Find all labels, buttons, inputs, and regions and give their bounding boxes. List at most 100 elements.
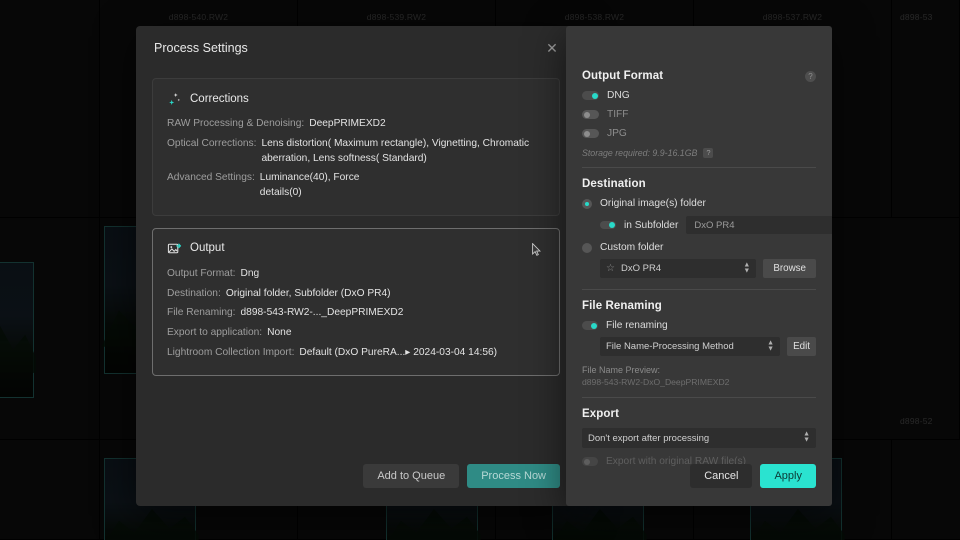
- tiff-toggle[interactable]: [582, 110, 599, 119]
- export-mode-value: Don't export after processing: [588, 432, 710, 444]
- process-now-button[interactable]: Process Now: [467, 464, 560, 488]
- row-value: Default (DxO PureRA...▸ 2024-03-04 14:56…: [299, 347, 498, 359]
- dialog-actions: Add to Queue Process Now: [363, 464, 560, 488]
- output-row: Destination: Original folder, Subfolder …: [167, 287, 545, 302]
- chevron-updown-icon: ▲ ▼: [743, 261, 751, 275]
- row-value: None: [267, 327, 292, 339]
- edit-renaming-button[interactable]: Edit: [787, 337, 816, 356]
- custom-folder-select[interactable]: ☆ DxO PR4 ▲ ▼: [600, 259, 757, 278]
- dialog-header: Process Settings ✕: [136, 26, 576, 70]
- in-subfolder-label: in Subfolder: [624, 219, 679, 231]
- row-value: Dng: [240, 267, 260, 279]
- output-row: Lightroom Collection Import: Default (Dx…: [167, 346, 545, 361]
- mouse-cursor-icon: [532, 242, 541, 256]
- add-to-queue-button[interactable]: Add to Queue: [363, 464, 460, 488]
- format-option-tiff[interactable]: TIFF: [582, 109, 816, 120]
- subfolder-row: in Subfolder: [582, 216, 832, 234]
- row-value: Original folder, Subfolder (DxO PR4): [225, 287, 391, 299]
- close-icon[interactable]: ✕: [544, 40, 560, 56]
- output-row: File Renaming: d898-543-RW2-..._DeepPRIM…: [167, 306, 545, 321]
- browse-button[interactable]: Browse: [763, 259, 816, 278]
- sparkles-icon: [169, 93, 181, 105]
- renaming-method-row: File Name-Processing Method ▲ ▼ Edit: [582, 337, 816, 356]
- dialog-title: Process Settings: [154, 41, 248, 55]
- export-mode-select[interactable]: Don't export after processing ▲ ▼: [582, 428, 816, 448]
- row-key: Output Format:: [167, 267, 236, 279]
- jpg-label: JPG: [607, 128, 627, 139]
- row-key: Lightroom Collection Import:: [167, 347, 295, 359]
- section-divider: [582, 397, 816, 398]
- row-value: d898-543-RW2-..._DeepPRIMEXD2: [240, 307, 404, 319]
- corrections-row: Advanced Settings: Luminance(40), Force …: [167, 171, 545, 201]
- row-key: Destination:: [167, 287, 221, 299]
- storage-text: Storage required: 9.9-16.1GB: [582, 148, 698, 158]
- dng-toggle[interactable]: [582, 91, 599, 100]
- destination-original-folder[interactable]: Original image(s) folder: [582, 198, 816, 209]
- section-divider: [582, 167, 816, 168]
- export-title: Export: [582, 408, 620, 420]
- file-renaming-label: File renaming: [606, 320, 668, 331]
- destination-custom-folder[interactable]: Custom folder: [582, 242, 816, 253]
- file-renaming-toggle-row[interactable]: File renaming: [582, 320, 816, 331]
- row-key: Optical Corrections:: [167, 137, 257, 149]
- jpg-toggle[interactable]: [582, 129, 599, 138]
- export-settings-panel: Output Format ? DNG TIFF JPG Storage req…: [566, 26, 832, 506]
- subfolder-input[interactable]: [686, 216, 832, 234]
- custom-folder-label: Custom folder: [600, 242, 664, 253]
- export-section: Export Don't export after processing ▲ ▼ …: [582, 408, 816, 467]
- output-header: Output: [167, 241, 545, 256]
- export-raw-toggle[interactable]: [582, 457, 598, 466]
- corrections-rows: RAW Processing & Denoising: DeepPRIMEXD2…: [167, 117, 545, 201]
- tiff-label: TIFF: [607, 109, 629, 120]
- image-export-icon: [167, 243, 182, 254]
- output-row: Export to application: None: [167, 326, 545, 341]
- output-format-section: Output Format ? DNG TIFF JPG Storage req…: [582, 26, 816, 168]
- apply-button[interactable]: Apply: [760, 464, 816, 488]
- output-card[interactable]: Output Output Format: Dng Destination: O…: [152, 227, 560, 376]
- file-renaming-section: File Renaming File renaming File Name-Pr…: [582, 300, 816, 398]
- chevron-updown-icon: ▲ ▼: [767, 339, 775, 353]
- output-format-title: Output Format: [582, 70, 664, 82]
- file-renaming-title: File Renaming: [582, 300, 662, 312]
- row-key: File Renaming:: [167, 307, 236, 319]
- original-folder-label: Original image(s) folder: [600, 198, 706, 209]
- process-settings-dialog: Process Settings ✕ Corrections RAW Proce…: [136, 26, 576, 506]
- destination-title: Destination: [582, 178, 646, 190]
- corrections-card[interactable]: Corrections RAW Processing & Denoising: …: [152, 78, 560, 216]
- original-folder-radio[interactable]: [582, 198, 592, 209]
- file-renaming-toggle[interactable]: [582, 321, 598, 330]
- renaming-method-value: File Name-Processing Method: [606, 341, 734, 352]
- output-row: Output Format: Dng: [167, 267, 545, 282]
- custom-folder-row: ☆ DxO PR4 ▲ ▼ Browse: [582, 259, 816, 278]
- output-title: Output: [190, 242, 225, 255]
- storage-help-icon[interactable]: ?: [703, 148, 714, 158]
- corrections-row: Optical Corrections: Lens distortion( Ma…: [167, 137, 545, 167]
- cancel-button[interactable]: Cancel: [690, 464, 753, 488]
- file-name-preview-label: File Name Preview:: [582, 365, 661, 375]
- corrections-header: Corrections: [167, 91, 545, 106]
- custom-folder-value: DxO PR4: [620, 263, 662, 274]
- output-format-header: Output Format ?: [582, 70, 816, 82]
- row-value: Luminance(40), Force details(0): [259, 172, 360, 199]
- row-key: Advanced Settings:: [167, 172, 255, 184]
- app-root: d898-540.RW2 d898-539.RW2 d898-538.RW2 d…: [0, 0, 960, 540]
- format-option-dng[interactable]: DNG: [582, 90, 816, 101]
- corrections-row: RAW Processing & Denoising: DeepPRIMEXD2: [167, 117, 545, 132]
- in-subfolder-toggle[interactable]: [600, 220, 616, 230]
- row-value: Lens distortion( Maximum rectangle), Vig…: [261, 137, 530, 164]
- help-icon[interactable]: ?: [805, 70, 816, 82]
- dng-label: DNG: [607, 90, 630, 101]
- storage-required: Storage required: 9.9-16.1GB ?: [582, 148, 816, 158]
- corrections-title: Corrections: [190, 92, 249, 105]
- format-option-jpg[interactable]: JPG: [582, 128, 816, 139]
- star-icon: ☆: [606, 263, 615, 274]
- chevron-updown-icon: ▲ ▼: [803, 430, 810, 444]
- row-key: RAW Processing & Denoising:: [167, 118, 305, 129]
- panel-actions: Cancel Apply: [690, 464, 816, 488]
- destination-section: Destination Original image(s) folder in …: [582, 178, 832, 290]
- output-rows: Output Format: Dng Destination: Original…: [167, 267, 545, 361]
- custom-folder-radio[interactable]: [582, 242, 592, 253]
- renaming-method-select[interactable]: File Name-Processing Method ▲ ▼: [600, 337, 781, 356]
- file-name-preview-value: d898-543-RW2-DxO_DeepPRIMEXD2: [582, 377, 730, 387]
- row-key: Export to application:: [167, 327, 263, 339]
